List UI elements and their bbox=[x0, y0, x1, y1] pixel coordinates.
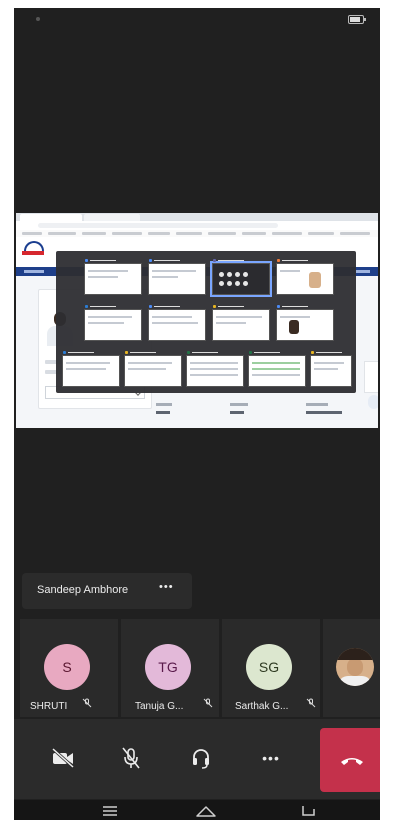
audio-device-button[interactable] bbox=[184, 741, 218, 775]
window-thumbnail[interactable] bbox=[84, 259, 142, 295]
browser-tab bbox=[84, 214, 140, 221]
participant-name: SHRUTI bbox=[30, 701, 68, 712]
participant-tile[interactable] bbox=[323, 619, 380, 717]
window-thumbnail[interactable] bbox=[248, 351, 306, 387]
mic-toggle-button[interactable] bbox=[114, 741, 148, 775]
avatar: TG bbox=[145, 644, 191, 690]
window-thumbnail[interactable] bbox=[124, 351, 182, 387]
speaker-more-button[interactable]: ••• bbox=[159, 581, 174, 593]
shared-screen[interactable] bbox=[16, 213, 378, 428]
home-icon[interactable] bbox=[194, 802, 218, 820]
call-controls-bar: ••• bbox=[14, 719, 380, 799]
participant-tile[interactable]: S SHRUTI bbox=[20, 619, 118, 717]
notification-dot-icon bbox=[36, 17, 40, 21]
window-thumbnail[interactable] bbox=[62, 351, 120, 387]
participant-name: Tanuja G... bbox=[135, 701, 184, 712]
system-navigation-bar bbox=[14, 800, 380, 820]
window-switcher bbox=[56, 251, 356, 393]
active-speaker-tag[interactable]: Sandeep Ambhore ••• bbox=[22, 573, 192, 609]
back-icon[interactable] bbox=[296, 802, 320, 820]
participant-tile[interactable]: TG Tanuja G... bbox=[121, 619, 219, 717]
status-bar bbox=[14, 8, 380, 30]
mic-off-icon bbox=[306, 698, 316, 708]
chat-avatar-icon[interactable] bbox=[368, 395, 378, 409]
camera-off-icon bbox=[51, 747, 75, 769]
browser-tab-strip bbox=[16, 213, 378, 221]
headset-icon bbox=[193, 749, 209, 769]
camera-toggle-button[interactable] bbox=[46, 741, 80, 775]
participant-tile[interactable]: SG Sarthak G... bbox=[222, 619, 320, 717]
participant-name: Sarthak G... bbox=[235, 701, 289, 712]
mic-off-icon bbox=[203, 698, 213, 708]
speaker-name: Sandeep Ambhore bbox=[37, 584, 129, 596]
window-thumbnail[interactable] bbox=[310, 351, 352, 387]
hang-up-button[interactable] bbox=[320, 728, 380, 792]
avatar: SG bbox=[246, 644, 292, 690]
participant-photo bbox=[336, 648, 374, 686]
browser-tab bbox=[20, 214, 82, 221]
window-thumbnail-selected[interactable] bbox=[210, 259, 272, 297]
window-thumbnail[interactable] bbox=[212, 305, 270, 341]
phone-screen: Sandeep Ambhore ••• S SHRUTI TG Tanuja G… bbox=[14, 8, 380, 820]
company-logo bbox=[20, 241, 46, 257]
avatar: S bbox=[44, 644, 90, 690]
hang-up-icon bbox=[341, 758, 363, 765]
window-thumbnail[interactable] bbox=[148, 305, 206, 341]
window-thumbnail[interactable] bbox=[276, 259, 334, 295]
mic-off-icon bbox=[82, 698, 92, 708]
window-thumbnail[interactable] bbox=[186, 351, 244, 387]
more-options-button[interactable]: ••• bbox=[254, 741, 288, 775]
detail-fields bbox=[156, 399, 366, 419]
battery-icon bbox=[348, 15, 366, 24]
window-thumbnail[interactable] bbox=[148, 259, 206, 295]
mic-off-icon bbox=[122, 747, 140, 769]
window-thumbnail[interactable] bbox=[84, 305, 142, 341]
window-thumbnail[interactable] bbox=[276, 305, 334, 341]
side-panel bbox=[364, 361, 378, 393]
menu-icon[interactable] bbox=[98, 802, 122, 820]
